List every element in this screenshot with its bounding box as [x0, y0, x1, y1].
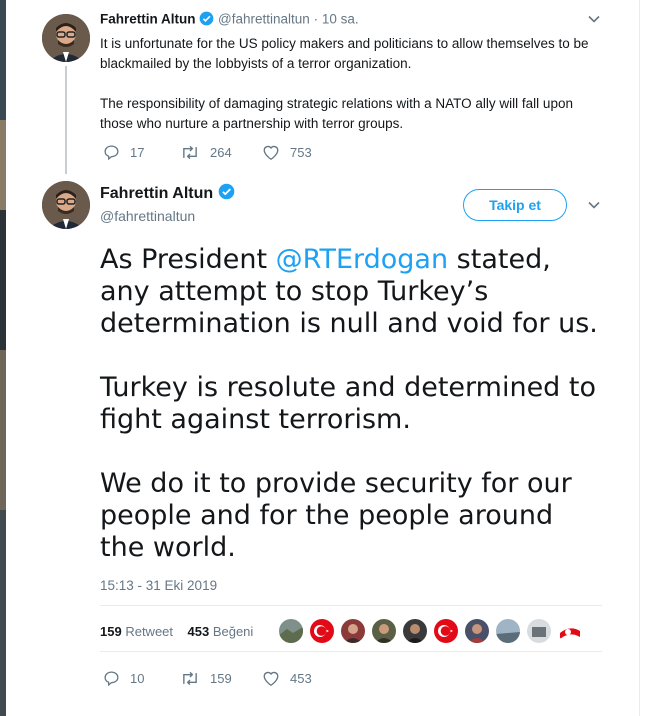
- liker-avatar[interactable]: [309, 618, 335, 644]
- tweet-time[interactable]: 10 sa.: [322, 12, 359, 27]
- tweet-paragraph: The responsibility of damaging strategic…: [100, 96, 573, 131]
- liker-avatar[interactable]: [371, 618, 397, 644]
- tweet-paragraph: As President @RTErdogan stated, any atte…: [100, 244, 600, 340]
- author-handle[interactable]: @fahrettinaltun: [218, 12, 310, 27]
- dot-separator: ·: [313, 11, 319, 27]
- tweet-paragraph: We do it to provide security for our peo…: [100, 468, 572, 563]
- liker-avatar[interactable]: [340, 618, 366, 644]
- retweet-button[interactable]: 159: [180, 670, 232, 687]
- like-icon: [263, 145, 279, 161]
- like-button[interactable]: 753: [262, 144, 312, 161]
- liker-avatar[interactable]: [402, 618, 428, 644]
- reply-count: 17: [130, 145, 145, 160]
- retweet-label: Retweet: [125, 624, 174, 639]
- author-name[interactable]: Fahrettin Altun: [100, 185, 213, 202]
- like-count: 453: [290, 671, 312, 686]
- scrollbar[interactable]: [639, 0, 660, 716]
- reply-icon: [104, 145, 119, 161]
- verified-icon: [218, 183, 235, 205]
- reply-button[interactable]: 10: [103, 670, 144, 687]
- reply-button[interactable]: 17: [103, 144, 144, 161]
- mention-link[interactable]: @RTErdogan: [276, 244, 448, 275]
- liker-avatars: [278, 618, 588, 644]
- tweet-paragraph: Turkey is resolute and determined to fig…: [100, 372, 597, 435]
- reply-count: 10: [130, 671, 145, 686]
- text-segment: As President: [100, 244, 276, 275]
- thread-line: [65, 66, 67, 174]
- like-label: Beğeni: [212, 624, 254, 639]
- avatar[interactable]: [42, 181, 90, 229]
- likes-stat[interactable]: 453 Beğeni: [187, 624, 253, 639]
- chevron-down-icon[interactable]: [587, 12, 601, 29]
- retweet-icon: [183, 671, 197, 686]
- retweet-total: 159: [100, 624, 122, 639]
- avatar-image: [42, 181, 90, 229]
- retweet-count: 159: [210, 671, 232, 686]
- author-row: Fahrettin Altun: [100, 183, 235, 205]
- author-name[interactable]: Fahrettin Altun: [100, 12, 196, 27]
- like-icon: [263, 671, 279, 687]
- liker-avatar[interactable]: [433, 618, 459, 644]
- like-total: 453: [187, 624, 210, 639]
- like-button[interactable]: 453: [262, 670, 312, 687]
- liker-avatar[interactable]: [495, 618, 521, 644]
- avatar-image: [42, 14, 90, 62]
- tweet-text: It is unfortunate for the US policy make…: [100, 34, 600, 154]
- author-handle[interactable]: @fahrettinaltun: [100, 208, 195, 224]
- tweet-header: Fahrettin Altun @fahrettinaltun · 10 sa.: [100, 11, 359, 29]
- liker-avatar[interactable]: [278, 618, 304, 644]
- chevron-down-icon[interactable]: [587, 198, 601, 215]
- tweet-text: As President @RTErdogan stated, any atte…: [100, 244, 600, 596]
- divider: [100, 651, 602, 652]
- retweet-count: 264: [210, 145, 232, 160]
- verified-icon: [199, 11, 214, 29]
- window-edge-left: [0, 0, 6, 716]
- liker-avatar[interactable]: [557, 618, 583, 644]
- retweets-stat[interactable]: 159 Retweet: [100, 624, 173, 639]
- divider: [100, 605, 602, 606]
- liker-avatar[interactable]: [526, 618, 552, 644]
- like-count: 753: [290, 145, 312, 160]
- retweet-button[interactable]: 264: [180, 144, 232, 161]
- retweet-icon: [183, 145, 197, 160]
- follow-button[interactable]: Takip et: [463, 189, 567, 221]
- tweet-timestamp[interactable]: 15:13 - 31 Eki 2019: [100, 578, 217, 593]
- reply-icon: [104, 671, 119, 687]
- engagement-stats: 159 Retweet 453 Beğeni: [100, 624, 253, 639]
- liker-avatar[interactable]: [464, 618, 490, 644]
- tweet-paragraph: It is unfortunate for the US policy make…: [100, 36, 589, 71]
- avatar[interactable]: [42, 14, 90, 62]
